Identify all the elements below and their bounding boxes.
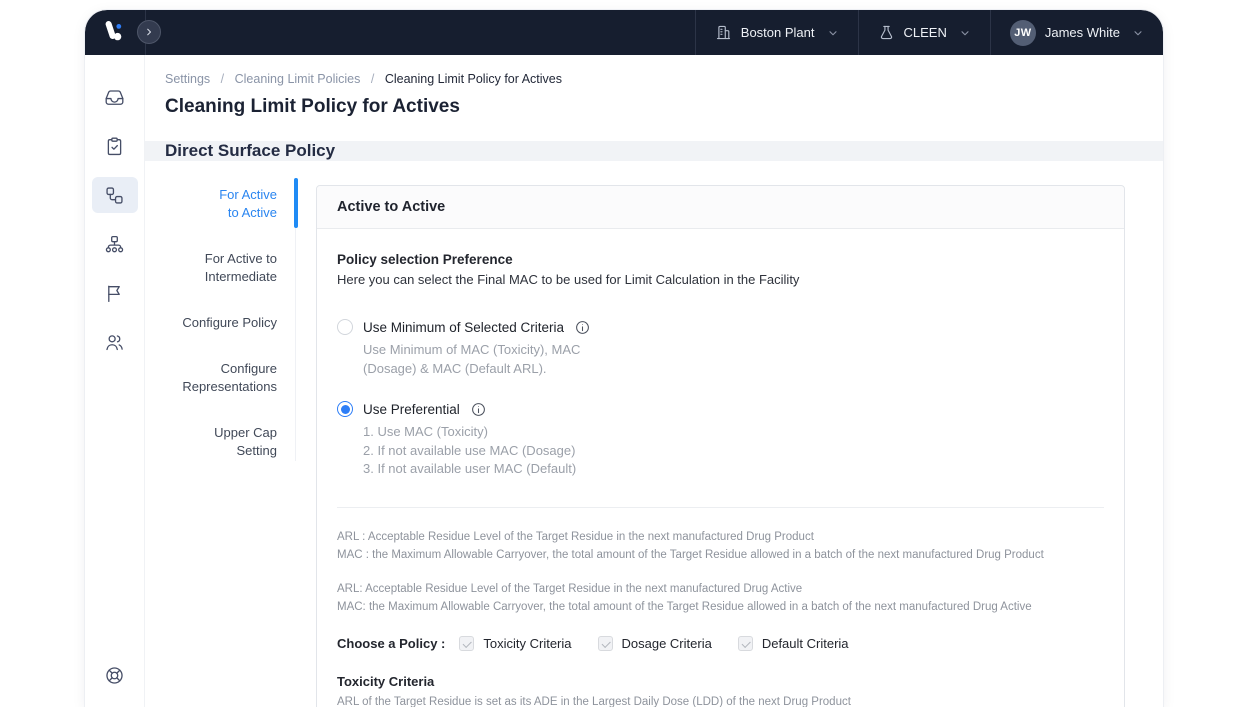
radio-description: Use Minimum of MAC (Toxicity), MAC (Dosa… xyxy=(363,341,1104,378)
users-icon[interactable] xyxy=(92,324,138,360)
policy-preference-radio-group: Use Minimum of Selected Criteria Use Min… xyxy=(337,319,1104,479)
radio-description: 1. Use MAC (Toxicity) 2. If not availabl… xyxy=(363,423,1104,479)
app-window: Boston Plant CLEEN JW James White xyxy=(85,10,1163,707)
chevron-down-icon xyxy=(959,27,971,39)
breadcrumb-separator: / xyxy=(371,72,374,86)
page-title: Cleaning Limit Policy for Actives xyxy=(165,96,1143,118)
preference-heading: Policy selection Preference xyxy=(337,252,1104,267)
checkbox-label: Dosage Criteria xyxy=(622,636,712,651)
plant-selector[interactable]: Boston Plant xyxy=(695,10,858,55)
main-content: Settings / Cleaning Limit Policies / Cle… xyxy=(145,55,1163,707)
radio-use-minimum[interactable]: Use Minimum of Selected Criteria xyxy=(337,319,1104,335)
toxicity-criteria-description: ARL of the Target Residue is set as its … xyxy=(337,696,1104,707)
chevron-right-icon xyxy=(143,26,155,38)
glossary-drug-active: ARL: Acceptable Residue Level of the Tar… xyxy=(337,580,1104,616)
radio-label: Use Minimum of Selected Criteria xyxy=(363,320,564,335)
subnav-item-upper-cap-setting[interactable]: Upper Cap Setting xyxy=(145,424,277,460)
checkbox-label: Toxicity Criteria xyxy=(483,636,571,651)
checkbox-label: Default Criteria xyxy=(762,636,849,651)
avatar: JW xyxy=(1010,20,1036,46)
radio-button-selected[interactable] xyxy=(337,401,353,417)
user-name-label: James White xyxy=(1045,25,1120,40)
clipboard-check-icon[interactable] xyxy=(92,128,138,164)
workflow-icon[interactable] xyxy=(92,177,138,213)
breadcrumb-item-current: Cleaning Limit Policy for Actives xyxy=(385,72,562,86)
option-use-minimum: Use Minimum of Selected Criteria Use Min… xyxy=(337,319,1104,378)
checkbox-checked-disabled[interactable] xyxy=(459,636,474,651)
subnav-track xyxy=(294,178,298,707)
checkbox-checked-disabled[interactable] xyxy=(598,636,613,651)
radio-use-preferential[interactable]: Use Preferential xyxy=(337,401,1104,417)
building-icon xyxy=(715,24,732,41)
plant-selector-label: Boston Plant xyxy=(741,25,815,40)
subnav-item-for-active-to-active[interactable]: For Active to Active xyxy=(145,186,277,222)
toxicity-criteria-heading: Toxicity Criteria xyxy=(337,674,1104,689)
chevron-down-icon xyxy=(827,27,839,39)
choose-policy-label: Choose a Policy : xyxy=(337,636,445,651)
subnav-active-indicator xyxy=(294,178,298,228)
app-selector[interactable]: CLEEN xyxy=(858,10,990,55)
radio-label: Use Preferential xyxy=(363,402,460,417)
icon-sidebar xyxy=(85,55,145,707)
subnav-item-configure-policy[interactable]: Configure Policy xyxy=(145,314,277,332)
checkbox-checked-disabled[interactable] xyxy=(738,636,753,651)
inbox-icon[interactable] xyxy=(92,79,138,115)
divider xyxy=(337,507,1104,508)
preference-description: Here you can select the Final MAC to be … xyxy=(337,272,1104,287)
choose-policy-row: Choose a Policy : Toxicity Criteria Dosa… xyxy=(337,636,1104,651)
policy-checkbox-dosage[interactable]: Dosage Criteria xyxy=(598,636,712,651)
policy-card: Active to Active Policy selection Prefer… xyxy=(316,185,1125,707)
app-selector-label: CLEEN xyxy=(904,25,947,40)
chevron-down-icon xyxy=(1132,27,1144,39)
breadcrumb-item-cleaning-limit-policies[interactable]: Cleaning Limit Policies xyxy=(235,72,361,86)
topbar-left xyxy=(85,10,305,55)
glossary-drug-product: ARL : Acceptable Residue Level of the Ta… xyxy=(337,528,1104,564)
policy-subnav: For Active to Active For Active to Inter… xyxy=(145,161,294,707)
info-icon[interactable] xyxy=(471,402,486,417)
breadcrumb-item-settings[interactable]: Settings xyxy=(165,72,210,86)
section-header: Direct Surface Policy xyxy=(145,141,1163,161)
lifebuoy-help-icon[interactable] xyxy=(92,657,138,693)
sidebar-expand-button[interactable] xyxy=(137,20,161,44)
breadcrumb-separator: / xyxy=(221,72,224,86)
app-logo-icon xyxy=(100,19,126,50)
flag-icon[interactable] xyxy=(92,275,138,311)
radio-button-unselected[interactable] xyxy=(337,319,353,335)
card-title: Active to Active xyxy=(317,186,1124,229)
info-icon[interactable] xyxy=(575,320,590,335)
policy-checkbox-default[interactable]: Default Criteria xyxy=(738,636,849,651)
topbar: Boston Plant CLEEN JW James White xyxy=(85,10,1163,55)
subnav-item-configure-representations[interactable]: Configure Representations xyxy=(145,360,277,396)
breadcrumb: Settings / Cleaning Limit Policies / Cle… xyxy=(165,72,1143,86)
user-menu[interactable]: JW James White xyxy=(990,10,1163,55)
section-header-label: Direct Surface Policy xyxy=(165,141,335,161)
option-use-preferential: Use Preferential 1. Use MAC (Toxicity) 2… xyxy=(337,401,1104,479)
policy-checkbox-toxicity[interactable]: Toxicity Criteria xyxy=(459,636,571,651)
flask-icon xyxy=(878,24,895,41)
subnav-item-for-active-to-intermediate[interactable]: For Active to Intermediate xyxy=(145,250,277,286)
sitemap-icon[interactable] xyxy=(92,226,138,262)
topbar-right: Boston Plant CLEEN JW James White xyxy=(695,10,1163,55)
